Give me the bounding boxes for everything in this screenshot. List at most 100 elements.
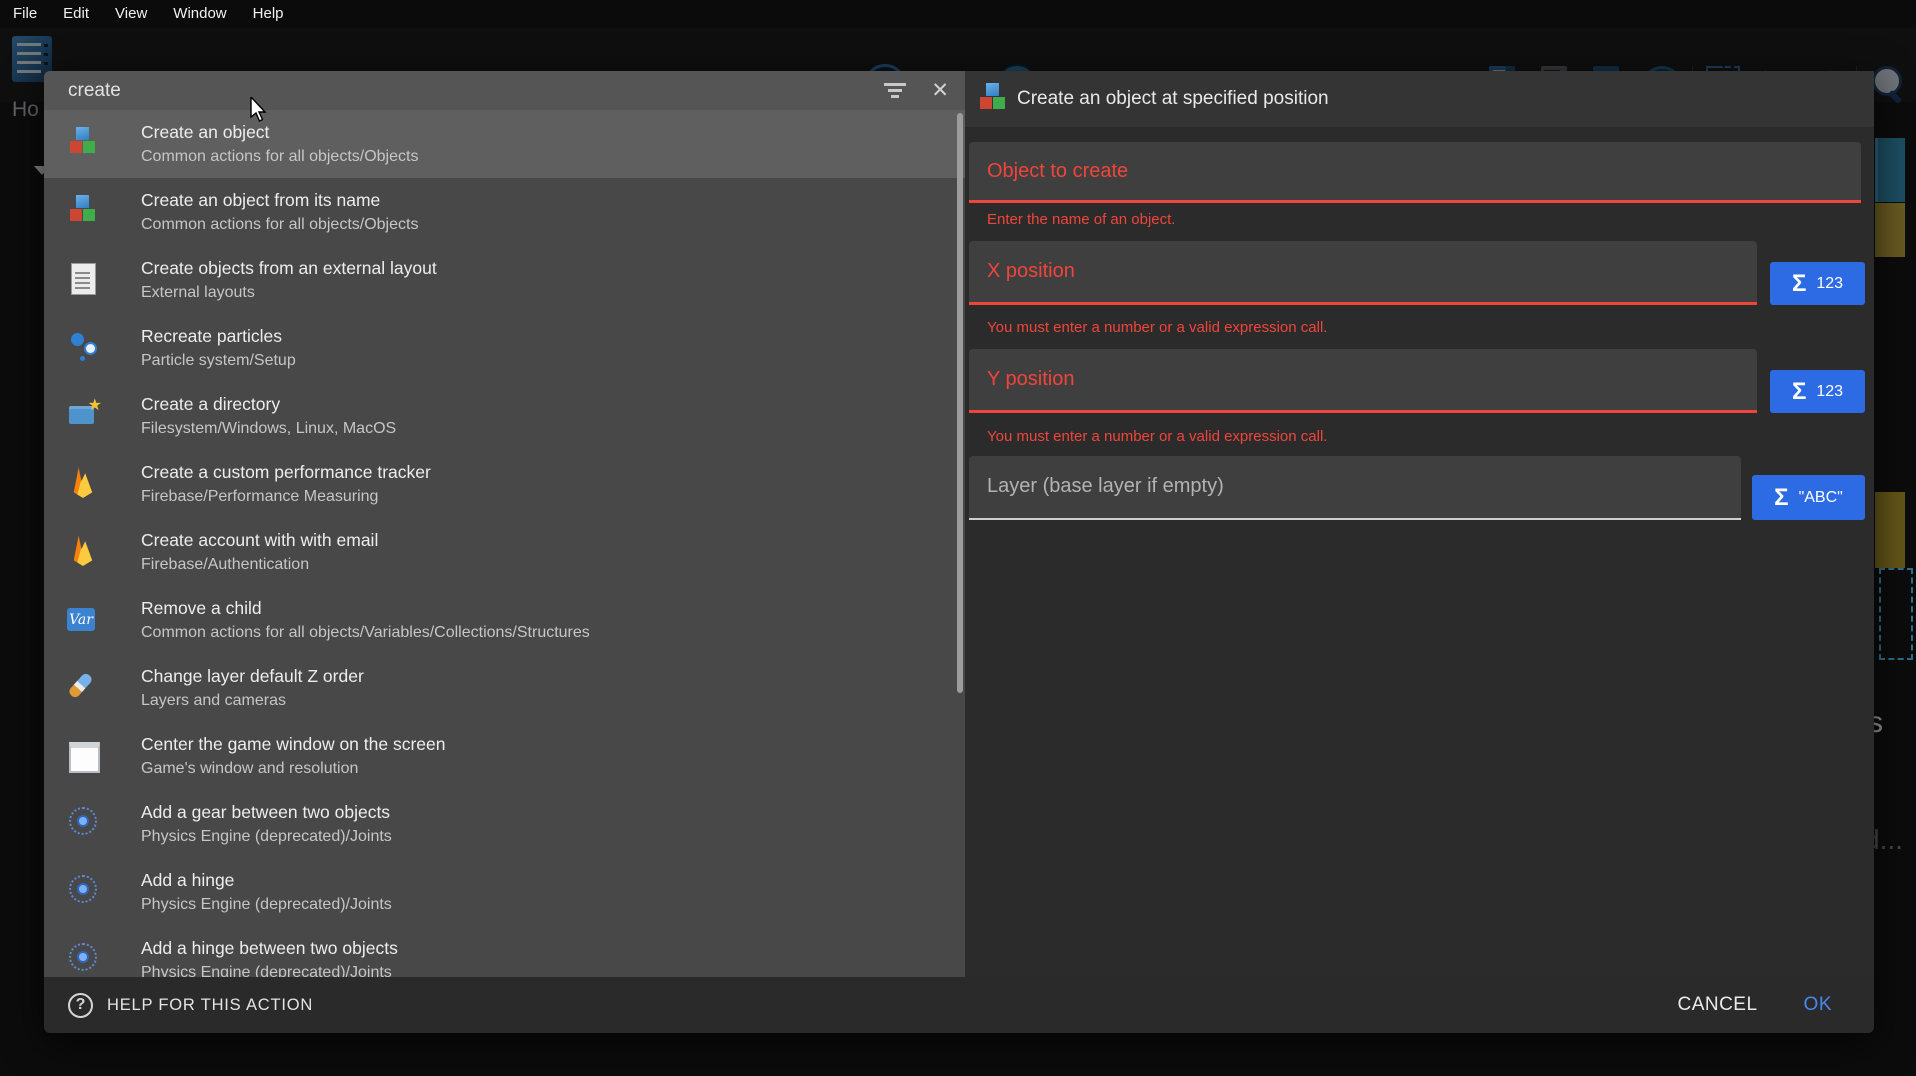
- particles-icon: [67, 329, 101, 367]
- list-scrollbar[interactable]: [957, 113, 963, 693]
- background-edge-block: [1875, 492, 1905, 568]
- action-title: Create an object from its name: [141, 190, 380, 211]
- action-group: Common actions for all objects/Objects: [141, 148, 418, 166]
- search-input[interactable]: create: [68, 80, 883, 102]
- x-position-field[interactable]: X position: [969, 241, 1757, 305]
- physics-icon: [67, 805, 101, 843]
- menu-edit[interactable]: Edit: [50, 0, 102, 28]
- background-edge-block: [1875, 203, 1905, 257]
- action-title: Recreate particles: [141, 326, 282, 347]
- action-list-item[interactable]: Center the game window on the screen Gam…: [44, 722, 965, 790]
- y-expression-button[interactable]: Σ 123: [1770, 370, 1865, 413]
- sigma-icon: Σ: [1792, 272, 1806, 296]
- action-group: Firebase/Performance Measuring: [141, 488, 378, 506]
- layer-field[interactable]: Layer (base layer if empty): [969, 456, 1741, 520]
- action-list-item[interactable]: Create an object Common actions for all …: [44, 110, 965, 178]
- action-title: Add a hinge: [141, 870, 234, 891]
- ok-button[interactable]: OK: [1804, 994, 1832, 1016]
- mouse-cursor: [250, 97, 272, 123]
- menu-window[interactable]: Window: [160, 0, 239, 28]
- menu-view[interactable]: View: [102, 0, 160, 28]
- x-field-placeholder: X position: [987, 241, 1075, 302]
- cancel-button[interactable]: CANCEL: [1677, 994, 1757, 1016]
- expression-button-label: 123: [1816, 383, 1843, 401]
- action-title: Create a directory: [141, 394, 280, 415]
- search-bar[interactable]: create ✕: [44, 71, 965, 110]
- layer-expression-button[interactable]: Σ "ABC": [1752, 475, 1865, 520]
- action-title: Change layer default Z order: [141, 666, 364, 687]
- action-group: Physics Engine (deprecated)/Joints: [141, 896, 392, 914]
- action-group: Firebase/Authentication: [141, 556, 309, 574]
- action-title: Remove a child: [141, 598, 262, 619]
- y-field-placeholder: Y position: [987, 349, 1074, 410]
- action-list-item[interactable]: Add a hinge between two objects Physics …: [44, 926, 965, 977]
- close-icon[interactable]: ✕: [931, 80, 949, 101]
- action-group: Game's window and resolution: [141, 760, 358, 778]
- sigma-icon: Σ: [1792, 380, 1806, 404]
- firebase-icon: [67, 533, 101, 571]
- action-title: Create an object: [141, 122, 269, 143]
- action-title: Create objects from an external layout: [141, 258, 437, 279]
- action-group: Physics Engine (deprecated)/Joints: [141, 964, 392, 977]
- eraser-icon: [67, 669, 101, 707]
- physics-icon: [67, 873, 101, 911]
- action-list-item[interactable]: Add a hinge Physics Engine (deprecated)/…: [44, 858, 965, 926]
- external-layout-icon: [67, 261, 101, 299]
- action-group: Physics Engine (deprecated)/Joints: [141, 828, 392, 846]
- action-title: Create a custom performance tracker: [141, 462, 431, 483]
- action-list-item[interactable]: Create an object from its name Common ac…: [44, 178, 965, 246]
- firebase-icon: [67, 465, 101, 503]
- menu-bar: File Edit View Window Help: [0, 0, 1916, 28]
- expression-button-label: 123: [1816, 275, 1843, 293]
- layer-field-placeholder: Layer (base layer if empty): [987, 456, 1224, 517]
- help-icon: ?: [68, 993, 93, 1018]
- background-edge-block: [1875, 138, 1905, 202]
- help-for-action-button[interactable]: HELP FOR THIS ACTION: [107, 996, 1677, 1015]
- physics-icon: [67, 941, 101, 977]
- y-position-field[interactable]: Y position: [969, 349, 1757, 413]
- action-list-item[interactable]: Change layer default Z order Layers and …: [44, 654, 965, 722]
- gdevelop-app-window: File Edit View Window Help PREVIEW PUBLI…: [0, 0, 1916, 1076]
- objects-cubes-icon: [67, 125, 101, 163]
- instruction-editor-dialog: create ✕ Create an object Common actions…: [44, 71, 1874, 1033]
- action-group: External layouts: [141, 284, 255, 302]
- action-group: Common actions for all objects/Objects: [141, 216, 418, 234]
- object-field-placeholder: Object to create: [987, 142, 1128, 200]
- action-group: Particle system/Setup: [141, 352, 296, 370]
- action-title: Add a gear between two objects: [141, 802, 390, 823]
- action-group: Common actions for all objects/Variables…: [141, 624, 590, 642]
- action-title: Create an object at specified position: [1017, 71, 1329, 127]
- menu-file[interactable]: File: [0, 0, 50, 28]
- action-search-panel: create ✕ Create an object Common actions…: [44, 71, 965, 977]
- expression-button-label: "ABC": [1799, 489, 1843, 507]
- action-list-item[interactable]: Create a custom performance tracker Fire…: [44, 450, 965, 518]
- window-icon: [67, 737, 101, 775]
- detail-header: Create an object at specified position: [965, 71, 1874, 127]
- action-list-item[interactable]: Var Remove a child Common actions for al…: [44, 586, 965, 654]
- folder-star-icon: [67, 397, 101, 435]
- action-group: Layers and cameras: [141, 692, 286, 710]
- background-selection-outline: [1879, 568, 1913, 660]
- sigma-icon: Σ: [1774, 486, 1788, 510]
- action-title: Create account with with email: [141, 530, 378, 551]
- action-list-item[interactable]: Create a directory Filesystem/Windows, L…: [44, 382, 965, 450]
- action-title: Add a hinge between two objects: [141, 938, 398, 959]
- action-list-item[interactable]: Add a gear between two objects Physics E…: [44, 790, 965, 858]
- x-field-error: You must enter a number or a valid expre…: [987, 319, 1327, 336]
- y-field-error: You must enter a number or a valid expre…: [987, 428, 1327, 445]
- x-expression-button[interactable]: Σ 123: [1770, 262, 1865, 305]
- objects-cubes-icon: [977, 81, 1011, 119]
- filter-icon[interactable]: [883, 82, 907, 99]
- action-parameters-panel: Create an object at specified position O…: [965, 71, 1874, 977]
- action-list-item[interactable]: Create objects from an external layout E…: [44, 246, 965, 314]
- action-title: Center the game window on the screen: [141, 734, 445, 755]
- menu-help[interactable]: Help: [240, 0, 297, 28]
- object-to-create-field[interactable]: Object to create: [969, 142, 1861, 203]
- object-field-helper: Enter the name of an object.: [987, 211, 1175, 228]
- dialog-footer: ? HELP FOR THIS ACTION CANCEL OK: [44, 977, 1874, 1033]
- action-list: Create an object Common actions for all …: [44, 110, 965, 977]
- action-group: Filesystem/Windows, Linux, MacOS: [141, 420, 396, 438]
- background-home-tab: Ho: [12, 98, 39, 122]
- action-list-item[interactable]: Recreate particles Particle system/Setup: [44, 314, 965, 382]
- action-list-item[interactable]: Create account with with email Firebase/…: [44, 518, 965, 586]
